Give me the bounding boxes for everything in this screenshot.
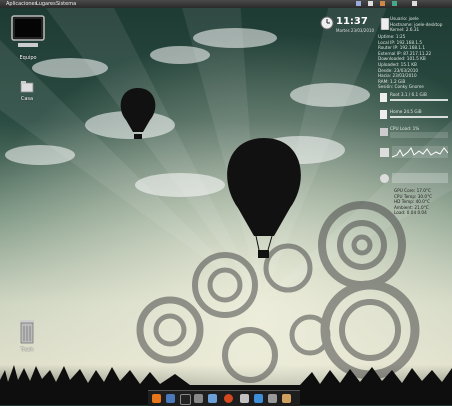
desktop-icon-home[interactable]: Casa	[12, 80, 42, 102]
cpu-gauge: CPU Load: 1%	[378, 126, 450, 144]
ram-graph-lines	[392, 147, 448, 158]
mail-icon[interactable]	[240, 394, 249, 403]
home-disk-icon	[380, 110, 387, 119]
clock-icon	[320, 16, 334, 30]
network-gauge	[378, 171, 450, 187]
gauge-bar	[390, 115, 448, 118]
conky-line: Router IP: 192.168.1.1	[378, 45, 426, 51]
clock-widget: 11:37 Martes 23/03/2010	[320, 16, 375, 34]
settings-icon[interactable]	[194, 394, 203, 403]
top-panel: Aplicaciones Lugares Sistema	[0, 0, 452, 8]
chat-tray-icon[interactable]	[392, 1, 397, 6]
terminal-icon[interactable]	[180, 394, 191, 405]
home-disk-gauge: Home 24.5 GiB	[378, 109, 450, 121]
power-tray-icon[interactable]	[412, 1, 417, 6]
volume-tray-icon[interactable]	[368, 1, 373, 6]
desktop-icon-trash[interactable]: Trash	[12, 318, 42, 353]
firefox-icon[interactable]	[152, 394, 161, 403]
gauge-label: Home 24.5 GiB	[390, 109, 422, 114]
pc-tower-icon	[380, 18, 390, 30]
web-icon[interactable]	[282, 394, 291, 403]
ram-gauge	[378, 146, 450, 168]
cpu-graph	[390, 131, 448, 138]
desktop-icon-label: Casa	[20, 96, 34, 102]
conky-sensors: GPU Core: 17.0°C CPU Temp: 30.0°C HD Tem…	[394, 188, 450, 216]
conky-line: Sesión: Conky Gnome	[378, 84, 424, 90]
ram-icon	[380, 148, 389, 157]
network-graph	[392, 173, 448, 183]
conky-line: Kernel: 2.6.31	[390, 27, 420, 33]
gauge-label: Root 3.1 / 6.1 GiB	[390, 92, 427, 97]
network-tray-icon[interactable]	[356, 1, 361, 6]
menu-applications[interactable]: Aplicaciones	[6, 1, 37, 7]
menu-system[interactable]: Sistema	[56, 1, 76, 7]
gauge-bar	[390, 98, 448, 101]
ubuntu-icon[interactable]	[224, 394, 233, 403]
ram-graph	[392, 146, 448, 158]
cpu-icon	[380, 128, 388, 136]
files-icon[interactable]	[166, 394, 175, 403]
tray-icons	[316, 1, 446, 7]
music-icon[interactable]	[208, 394, 217, 403]
network-icon	[380, 174, 389, 183]
dock	[148, 390, 300, 406]
desktop-icon-computer[interactable]: Equipo	[8, 14, 48, 61]
mail-tray-icon[interactable]	[380, 1, 385, 6]
desktop-icon-label: Equipo	[19, 55, 37, 61]
disk-icon	[380, 93, 387, 102]
clock-date: Martes 23/03/2010	[336, 28, 374, 33]
menu-places[interactable]: Lugares	[36, 1, 56, 7]
home-folder-icon	[20, 81, 34, 93]
chat-icon[interactable]	[254, 394, 263, 403]
sensor-line: Load: 0.04 0.04	[394, 210, 427, 216]
trash-icon	[20, 320, 34, 344]
desktop-icon-label: Trash	[20, 347, 34, 353]
home-icon[interactable]	[268, 394, 277, 403]
root-disk-gauge: Root 3.1 / 6.1 GiB	[378, 92, 450, 104]
clock-time: 11:37	[336, 16, 368, 27]
computer-icon	[11, 15, 45, 47]
